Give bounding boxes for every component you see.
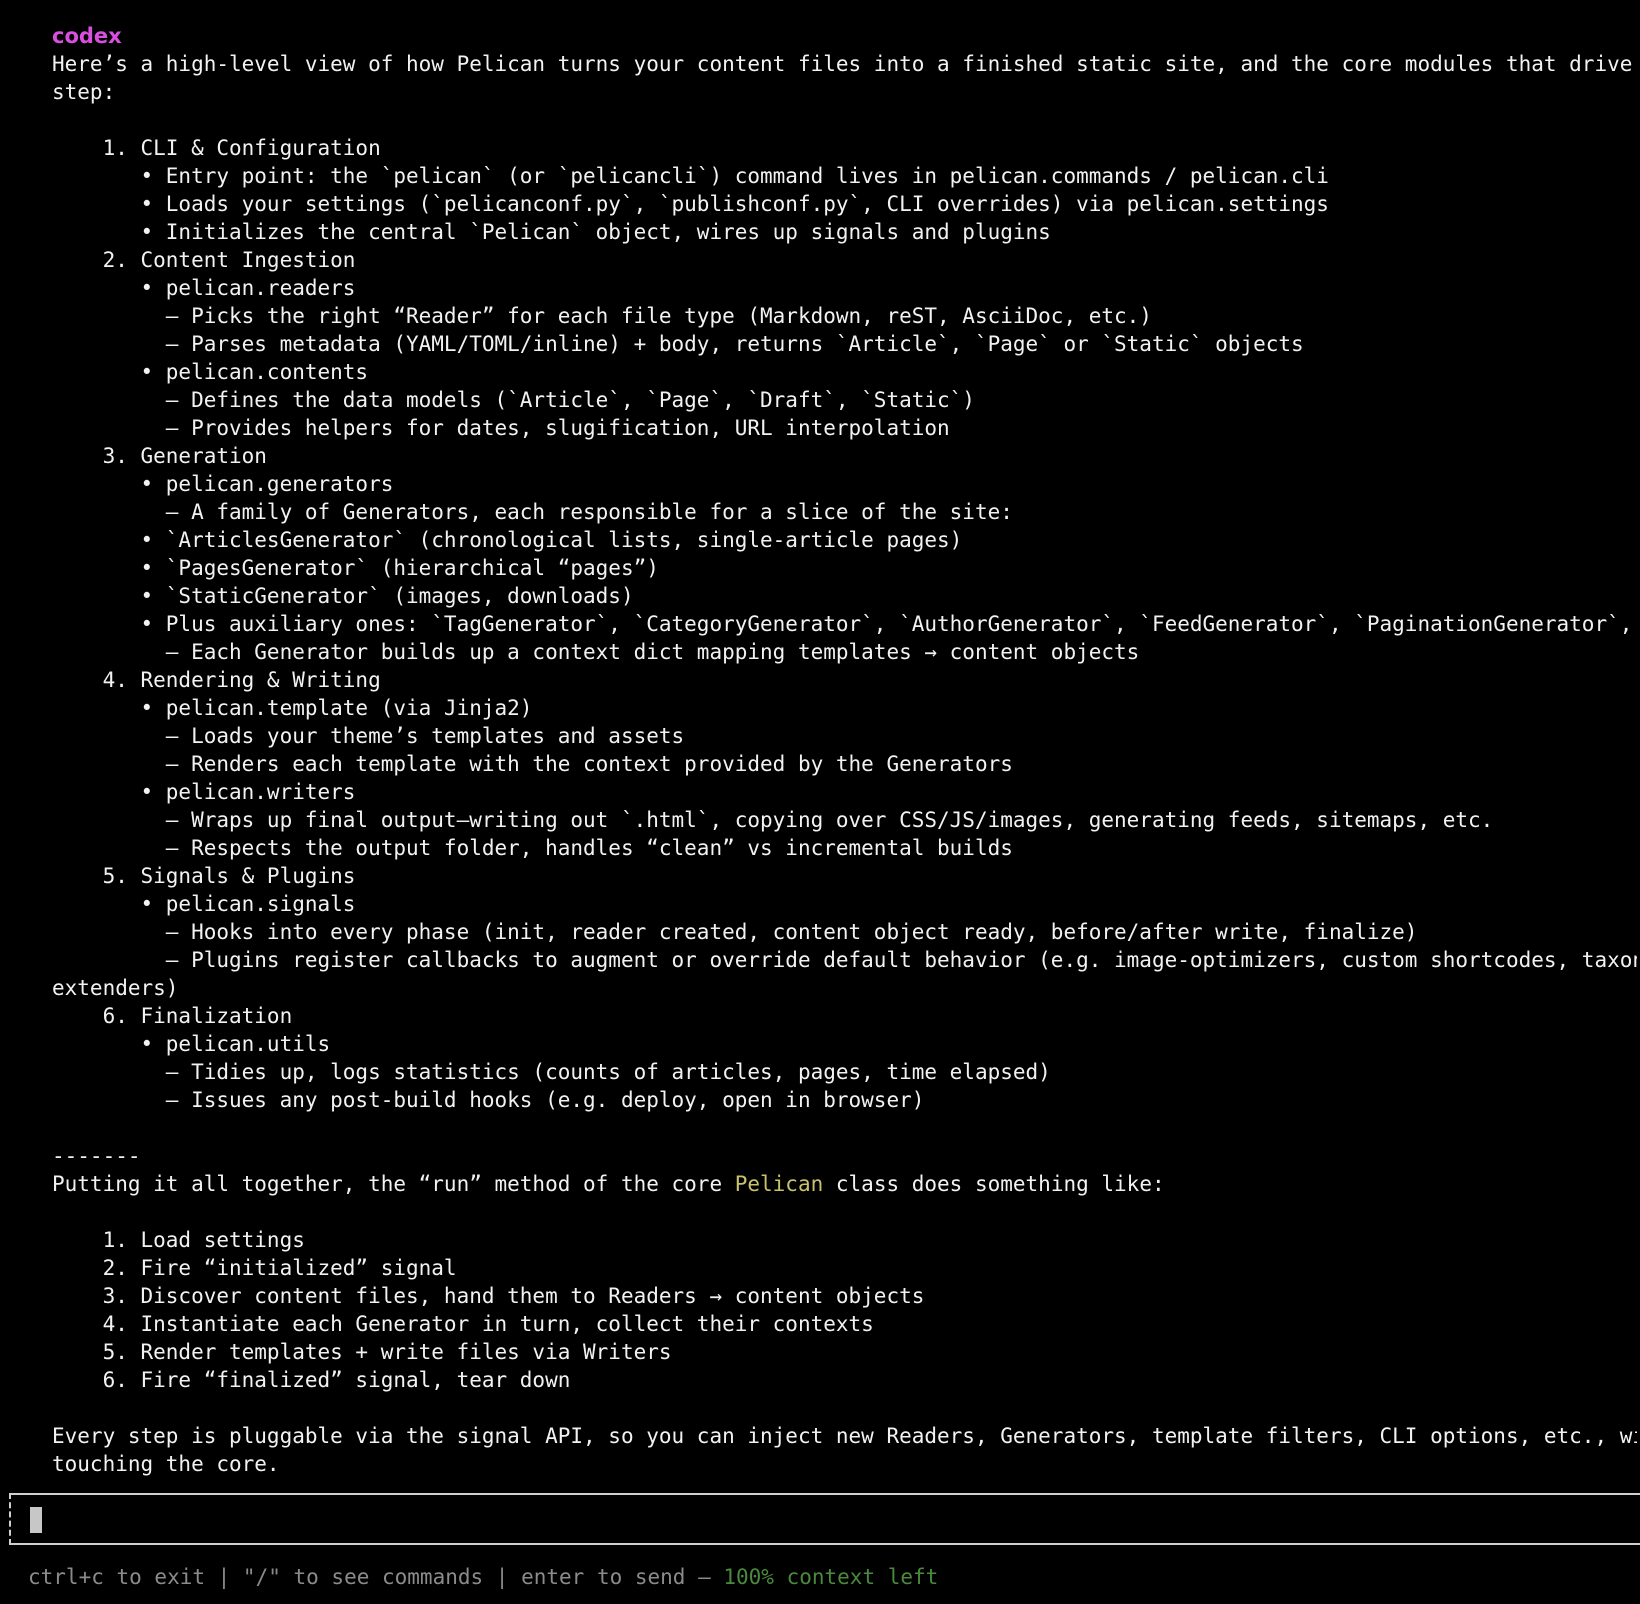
message-line: – Loads your theme’s templates and asset…: [52, 724, 685, 748]
message-line: • pelican.writers: [52, 780, 356, 804]
run-step-line: [52, 1394, 1637, 1422]
message-line: 3. Generation: [52, 444, 267, 468]
status-footer: ctrl+c to exit | "/" to see commands | e…: [28, 1563, 938, 1591]
message-line: – Defines the data models (`Article`, `P…: [52, 388, 975, 412]
message-line: – Provides helpers for dates, slugificat…: [52, 416, 950, 440]
message-line: • Entry point: the `pelican` (or `pelica…: [52, 164, 1329, 188]
message-body: Here’s a high-level view of how Pelican …: [52, 50, 1637, 1170]
keyboard-hint: ctrl+c to exit | "/" to see commands | e…: [28, 1565, 724, 1589]
closing-line: touching the core.: [52, 1452, 280, 1476]
message-line: – Renders each template with the context…: [52, 752, 1013, 776]
message-line: – Plugins register callbacks to augment …: [52, 948, 1637, 972]
run-step-line: 2. Fire “initialized” signal: [52, 1256, 457, 1280]
message-line: – Issues any post-build hooks (e.g. depl…: [52, 1088, 925, 1112]
summary-suffix: class does something like:: [823, 1172, 1165, 1196]
message-line: – A family of Generators, each responsib…: [52, 500, 1013, 524]
message-line: – Hooks into every phase (init, reader c…: [52, 920, 1418, 944]
class-name-highlight: Pelican: [734, 1172, 824, 1196]
message-line: – Tidies up, logs statistics (counts of …: [52, 1060, 1051, 1084]
message-line: • pelican.contents: [52, 360, 369, 384]
message-line: 4. Rendering & Writing: [52, 668, 381, 692]
message-line: • `StaticGenerator` (images, downloads): [52, 584, 634, 608]
run-steps-list: 1. Load settings 2. Fire “initialized” s…: [52, 1198, 1637, 1422]
run-step-line: 5. Render templates + write files via Wr…: [52, 1340, 672, 1364]
message-line: -------: [52, 1144, 141, 1168]
run-step-line: 4. Instantiate each Generator in turn, c…: [52, 1312, 874, 1336]
message-line: – Each Generator builds up a context dic…: [52, 640, 1140, 664]
message-line: • pelican.signals: [52, 892, 356, 916]
message-line: • pelican.utils: [52, 1032, 331, 1056]
message-line: [52, 106, 1637, 134]
terminal-window: codex Here’s a high-level view of how Pe…: [0, 0, 1640, 1604]
message-line: 2. Content Ingestion: [52, 248, 356, 272]
closing-line: Every step is pluggable via the signal A…: [52, 1424, 1637, 1448]
message-line: • Plus auxiliary ones: `TagGenerator`, `…: [52, 612, 1637, 636]
message-line: • `PagesGenerator` (hierarchical “pages”…: [52, 556, 659, 580]
message-line: [52, 1114, 1637, 1142]
closing-paragraph: Every step is pluggable via the signal A…: [52, 1422, 1637, 1478]
message-line: step:: [52, 80, 116, 104]
message-line: • Initializes the central `Pelican` obje…: [52, 220, 1051, 244]
run-step-line: [52, 1198, 1637, 1226]
message-line: • `ArticlesGenerator` (chronological lis…: [52, 528, 963, 552]
message-line: • Loads your settings (`pelicanconf.py`,…: [52, 192, 1329, 216]
run-step-line: 6. Fire “finalized” signal, tear down: [52, 1368, 571, 1392]
run-step-line: 1. Load settings: [52, 1228, 305, 1252]
assistant-message: Here’s a high-level view of how Pelican …: [52, 50, 1637, 1478]
message-line: • pelican.template (via Jinja2): [52, 696, 533, 720]
message-line: 1. CLI & Configuration: [52, 136, 381, 160]
speaker-label: codex: [52, 24, 122, 48]
message-line: • pelican.readers: [52, 276, 356, 300]
message-line: Here’s a high-level view of how Pelican …: [52, 52, 1637, 76]
run-step-line: 3. Discover content files, hand them to …: [52, 1284, 925, 1308]
summary-line: Putting it all together, the “run” metho…: [52, 1170, 1637, 1198]
text-cursor: [30, 1507, 42, 1533]
message-line: – Wraps up final output—writing out `.ht…: [52, 808, 1494, 832]
message-line: 5. Signals & Plugins: [52, 864, 356, 888]
message-line: extenders): [52, 976, 179, 1000]
message-line: – Picks the right “Reader” for each file…: [52, 304, 1152, 328]
message-line: 6. Finalization: [52, 1004, 293, 1028]
prompt-input[interactable]: [9, 1493, 1640, 1545]
message-line: – Parses metadata (YAML/TOML/inline) + b…: [52, 332, 1304, 356]
message-line: • pelican.generators: [52, 472, 394, 496]
context-left-indicator: 100% context left: [723, 1565, 939, 1589]
message-line: – Respects the output folder, handles “c…: [52, 836, 1013, 860]
summary-prefix: Putting it all together, the “run” metho…: [52, 1172, 735, 1196]
